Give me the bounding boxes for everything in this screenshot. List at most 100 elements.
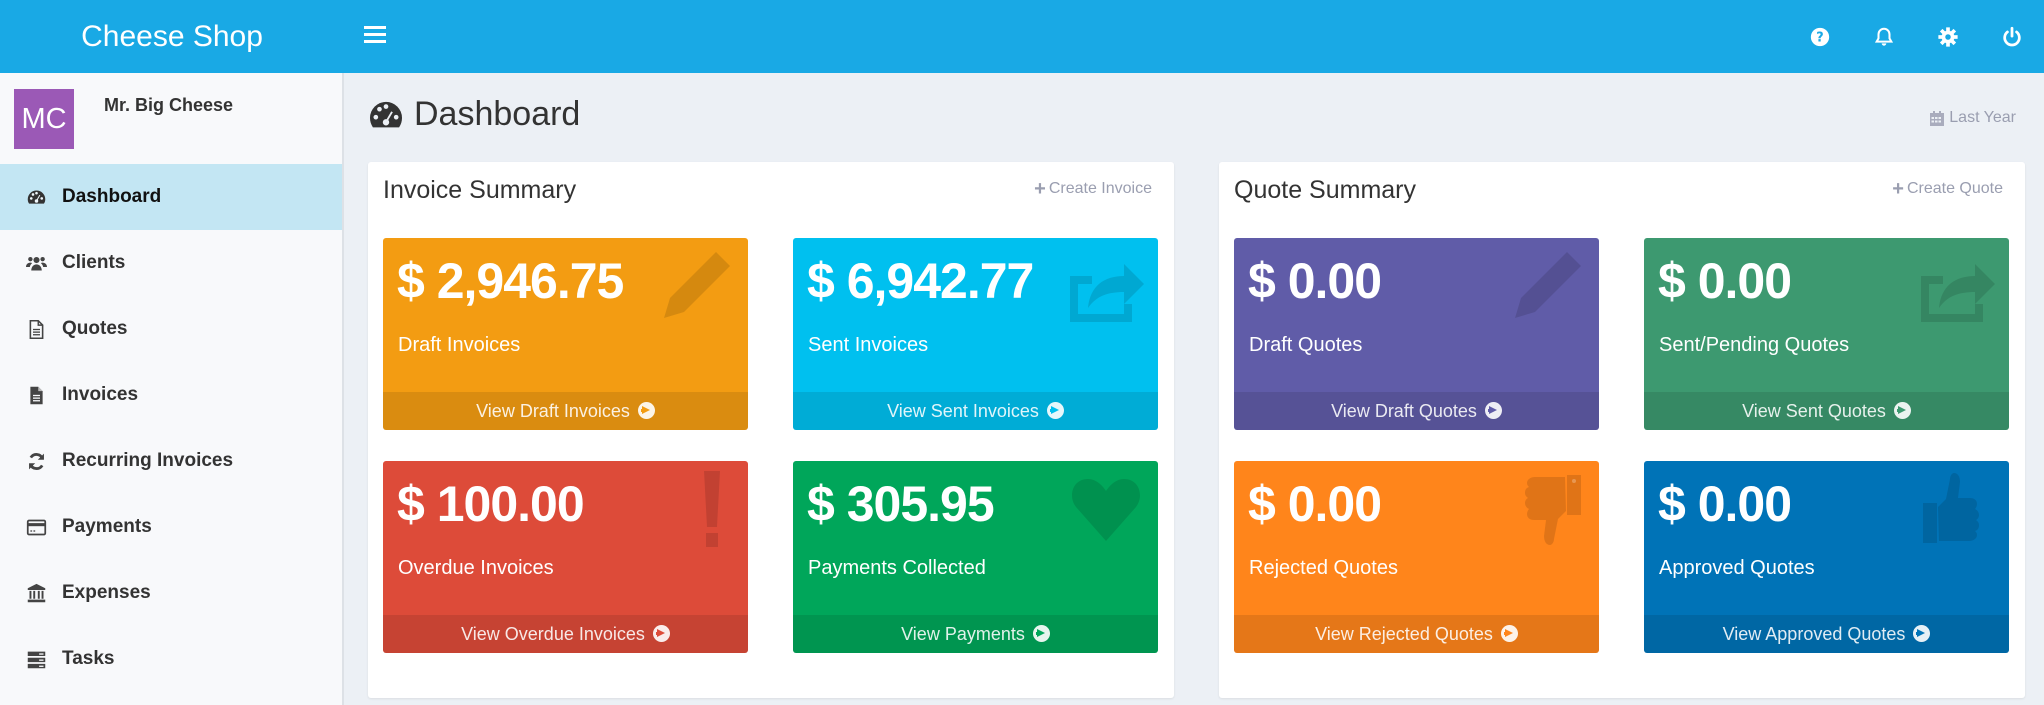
gear-icon [1938, 26, 1958, 47]
sidebar-item-label: Invoices [62, 384, 139, 405]
sidebar: MC Mr. Big Cheese Dashboard Clients Quot… [0, 73, 344, 705]
dashboard-icon [370, 101, 402, 127]
sidebar-item-expenses[interactable]: Expenses [0, 560, 342, 626]
sent-invoices-tile: $ 6,942.77 Sent Invoices View Sent Invoi… [793, 238, 1158, 430]
draft-quotes-tile: $ 0.00 Draft Quotes View Draft Quotes [1234, 238, 1599, 430]
plus-icon: + [1034, 178, 1046, 200]
sidebar-item-label: Recurring Invoices [62, 450, 234, 471]
tile-amount: $ 0.00 [1658, 253, 1792, 309]
arrow-circle-right-icon [652, 625, 670, 642]
view-draft-invoices-link[interactable]: View Draft Invoices [383, 392, 748, 430]
plus-icon: + [1892, 178, 1904, 200]
quote-summary-title: Quote Summary [1234, 176, 1417, 204]
page-header: Dashboard [368, 95, 580, 134]
create-invoice-label: Create Invoice [1048, 180, 1152, 197]
arrow-circle-right-icon [1484, 402, 1502, 419]
sidebar-item-clients[interactable]: Clients [0, 230, 342, 296]
tile-label: Draft Invoices [398, 334, 521, 356]
tile-link-label: View Sent Quotes [1742, 401, 1886, 421]
tile-link-label: View Draft Quotes [1331, 401, 1477, 421]
help-button[interactable]: ? [1788, 0, 1852, 73]
sidebar-toggle-icon[interactable] [364, 26, 386, 46]
view-approved-quotes-link[interactable]: View Approved Quotes [1644, 615, 2009, 653]
quote-summary-panel: Quote Summary + Create Quote $ 0.00 Draft… [1219, 162, 2025, 698]
sidebar-item-tasks[interactable]: Tasks [0, 626, 342, 692]
tile-label: Overdue Invoices [398, 557, 554, 579]
sent-quotes-tile: $ 0.00 Sent/Pending Quotes View Sent Quo… [1644, 238, 2009, 430]
sidebar-item-label: Dashboard [62, 186, 162, 207]
arrow-circle-right-icon [637, 402, 655, 419]
bell-icon [1874, 27, 1894, 46]
tile-label: Approved Quotes [1659, 557, 1815, 579]
tile-label: Sent Invoices [808, 334, 929, 356]
sidebar-item-label: Tasks [62, 648, 115, 669]
sidebar-item-label: Payments [62, 516, 152, 537]
tile-amount: $ 305.95 [807, 476, 995, 532]
svg-text:?: ? [1816, 30, 1823, 45]
tasks-icon [25, 648, 47, 670]
tile-amount: $ 2,946.75 [397, 253, 624, 309]
thumbs-down-icon [1525, 475, 1581, 545]
tile-link-label: View Payments [901, 624, 1025, 644]
view-rejected-quotes-link[interactable]: View Rejected Quotes [1234, 615, 1599, 653]
page-title: Dashboard [414, 95, 581, 133]
tile-amount: $ 100.00 [397, 476, 585, 532]
settings-button[interactable] [1916, 0, 1980, 73]
sidebar-item-label: Clients [62, 252, 126, 273]
pencil-icon [1515, 252, 1581, 318]
view-overdue-invoices-link[interactable]: View Overdue Invoices [383, 615, 748, 653]
sidebar-item-label: Expenses [62, 582, 151, 603]
user-name: Mr. Big Cheese [104, 95, 234, 115]
tile-link-label: View Sent Invoices [887, 401, 1039, 421]
sidebar-item-invoices[interactable]: Invoices [0, 362, 342, 428]
help-icon: ? [1810, 27, 1830, 46]
sidebar-item-dashboard[interactable]: Dashboard [0, 164, 342, 230]
rejected-quotes-tile: $ 0.00 Rejected Quotes View Rejected Quo… [1234, 461, 1599, 653]
sidebar-item-quotes[interactable]: Quotes [0, 296, 342, 362]
sidebar-item-recurring-invoices[interactable]: Recurring Invoices [0, 428, 342, 494]
tile-amount: $ 6,942.77 [807, 253, 1034, 309]
create-invoice-button[interactable]: + Create Invoice [1034, 178, 1152, 200]
top-navbar: Cheese Shop ? [0, 0, 2044, 73]
tile-amount: $ 0.00 [1248, 476, 1382, 532]
view-sent-quotes-link[interactable]: View Sent Quotes [1644, 392, 2009, 430]
invoice-summary-panel: Invoice Summary + Create Invoice $ 2,946.… [368, 162, 1174, 698]
view-draft-quotes-link[interactable]: View Draft Quotes [1234, 392, 1599, 430]
user-panel: MC Mr. Big Cheese [0, 73, 342, 164]
view-payments-link[interactable]: View Payments [793, 615, 1158, 653]
tile-label: Sent/Pending Quotes [1659, 334, 1850, 356]
dashboard-icon [25, 186, 47, 208]
users-icon [25, 252, 47, 274]
overdue-invoices-tile: $ 100.00 Overdue Invoices View Overdue I… [383, 461, 748, 653]
refresh-icon [25, 450, 47, 472]
view-sent-invoices-link[interactable]: View Sent Invoices [793, 392, 1158, 430]
file-text-icon [25, 318, 47, 340]
create-quote-button[interactable]: + Create Quote [1892, 178, 2003, 200]
calendar-icon [1930, 110, 1945, 126]
date-range-label: Last Year [1949, 109, 2016, 126]
date-range-selector[interactable]: Last Year [1929, 109, 2016, 127]
pencil-icon [664, 252, 730, 318]
payments-collected-tile: $ 305.95 Payments Collected View Payment… [793, 461, 1158, 653]
arrow-circle-right-icon [1046, 402, 1064, 419]
tile-link-label: View Overdue Invoices [461, 624, 645, 644]
tile-link-label: View Draft Invoices [476, 401, 630, 421]
tile-label: Draft Quotes [1249, 334, 1363, 356]
sidebar-item-payments[interactable]: Payments [0, 494, 342, 560]
app-title[interactable]: Cheese Shop [0, 0, 344, 73]
avatar[interactable]: MC [14, 89, 74, 149]
arrow-circle-right-icon [1032, 625, 1050, 642]
tile-label: Rejected Quotes [1249, 557, 1398, 579]
share-icon [1921, 264, 1995, 322]
thumbs-up-icon [1923, 473, 1979, 543]
arrow-circle-right-icon [1913, 625, 1931, 642]
notifications-button[interactable] [1852, 0, 1916, 73]
draft-invoices-tile: $ 2,946.75 Draft Invoices View Draft Inv… [383, 238, 748, 430]
logout-button[interactable] [1980, 0, 2044, 73]
tile-amount: $ 0.00 [1658, 476, 1792, 532]
heart-icon [1072, 479, 1140, 541]
arrow-circle-right-icon [1893, 402, 1911, 419]
exclamation-icon [704, 471, 720, 547]
share-icon [1070, 264, 1144, 322]
power-icon [2003, 26, 2021, 46]
